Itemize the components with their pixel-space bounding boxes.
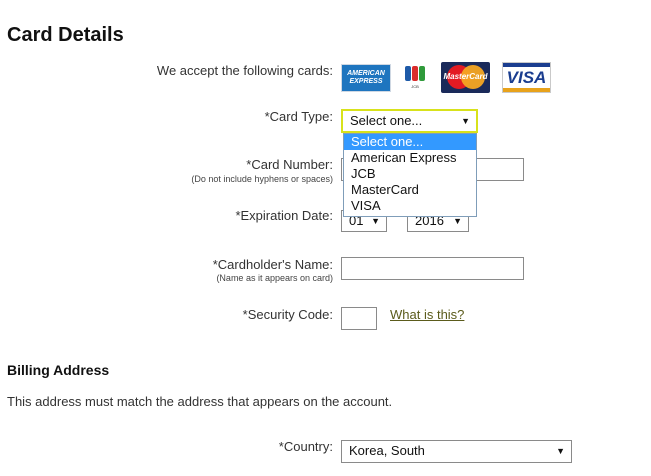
amex-card-icon: AMERICAN EXPRESS [341, 64, 391, 92]
card-type-value: Select one... [350, 113, 423, 128]
chevron-down-icon: ▼ [556, 446, 565, 456]
visa-card-icon: VISA [502, 62, 551, 93]
mastercard-text: MasterCard [443, 72, 488, 81]
cardholder-name-label: *Cardholder's Name: [212, 257, 333, 272]
cardholder-name-input[interactable] [341, 257, 524, 280]
country-label: *Country: [278, 439, 333, 454]
jcb-text: JCB [411, 84, 419, 89]
amex-card-text: AMERICAN EXPRESS [342, 70, 390, 86]
card-number-label: *Card Number: [246, 157, 333, 172]
security-code-help-link[interactable]: What is this? [390, 307, 464, 322]
card-type-option[interactable]: JCB [344, 166, 476, 182]
jcb-card-icon: JCB [404, 64, 426, 92]
card-type-option[interactable]: MasterCard [344, 182, 476, 198]
card-details-title: Card Details [7, 24, 124, 46]
accepted-cards-label: We accept the following cards: [156, 63, 333, 78]
security-code-input[interactable] [341, 307, 377, 330]
amex-line2: EXPRESS [349, 78, 383, 85]
expiration-date-label: *Expiration Date: [235, 208, 333, 223]
billing-address-description: This address must match the address that… [7, 394, 393, 409]
card-type-option[interactable]: VISA [344, 198, 476, 214]
visa-text: VISA [506, 68, 547, 87]
card-type-dropdown-list: Select one... American Express JCB Maste… [343, 133, 477, 217]
card-type-option[interactable]: American Express [344, 150, 476, 166]
chevron-down-icon: ▼ [461, 116, 470, 126]
cardholder-name-hint: (Name as it appears on card) [216, 273, 333, 283]
security-code-label: *Security Code: [242, 307, 333, 322]
country-value: Korea, South [349, 443, 425, 458]
country-select[interactable]: Korea, South ▼ [341, 440, 572, 463]
card-number-hint: (Do not include hyphens or spaces) [191, 174, 333, 184]
card-type-option[interactable]: Select one... [344, 134, 476, 150]
card-type-select[interactable]: Select one... ▼ [341, 109, 478, 133]
amex-line1: AMERICAN [347, 70, 385, 77]
card-type-label: *Card Type: [264, 109, 333, 124]
billing-address-title: Billing Address [7, 362, 110, 378]
mastercard-card-icon: MasterCard [441, 62, 490, 93]
